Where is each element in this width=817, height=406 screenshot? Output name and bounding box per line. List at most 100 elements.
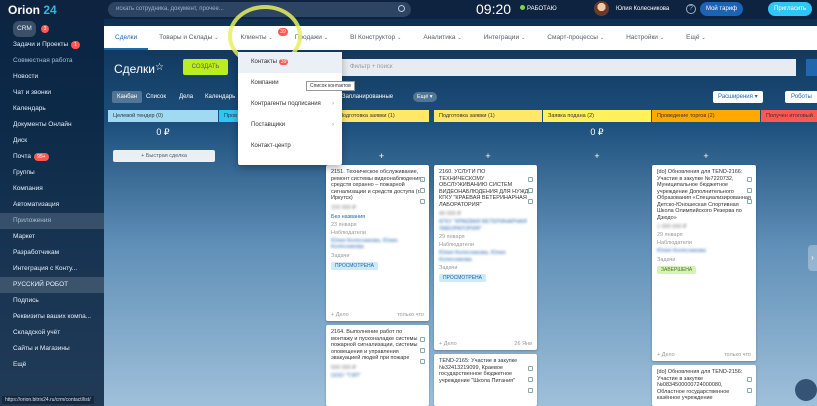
deal-title[interactable]: 2151. Техническое обслуживание, ремонт с… xyxy=(331,169,424,202)
deal-card[interactable]: 2160. УСЛУГИ ПО ТЕХНИЧЕСКОМУ ОБСЛУЖИВАНИ… xyxy=(434,165,537,350)
deal-card[interactable]: 2151. Техническое обслуживание, ремонт с… xyxy=(326,165,429,321)
sidebar-item-automation[interactable]: Автоматизация xyxy=(0,197,104,213)
sidebar-item-sites[interactable]: Сайты и Магазины xyxy=(0,341,104,357)
quick-deal-button[interactable]: + Быстрая сделка xyxy=(113,150,215,162)
column-header[interactable]: Подготовка заявки (1) xyxy=(334,110,429,122)
deal-title[interactable]: [do] Обновления для TEND-2166: Участие в… xyxy=(657,169,751,221)
sidebar-item-mail[interactable]: Почта 99+ xyxy=(0,149,104,165)
my-tariff-button[interactable]: Мой тариф xyxy=(700,2,744,16)
mail-icon[interactable] xyxy=(747,388,752,393)
column-header[interactable]: Пров xyxy=(219,110,239,122)
more-filter[interactable]: Ещё ▾ xyxy=(413,92,437,102)
chat-icon[interactable] xyxy=(420,199,425,204)
menu-item-counterparties[interactable]: Контрагенты подписания › xyxy=(238,94,342,115)
chevron-right-icon[interactable]: › xyxy=(808,245,817,271)
sidebar-item-requisites[interactable]: Реквизиты ваших компа... xyxy=(0,309,104,325)
tab-deals[interactable]: Сделки xyxy=(104,26,149,50)
add-activity-link[interactable]: + Дело xyxy=(331,312,349,318)
chat-icon[interactable] xyxy=(528,388,533,393)
sidebar-item-groups[interactable]: Группы xyxy=(0,165,104,181)
deal-company[interactable]: ООО "ТЭП" xyxy=(331,373,424,380)
column-header[interactable]: Получен итоговый xyxy=(761,110,817,122)
extensions-button[interactable]: Расширения ▾ xyxy=(713,91,763,103)
column-header[interactable]: Подготовка заявки (1) xyxy=(434,110,542,122)
add-deal-plus[interactable]: + xyxy=(334,151,429,161)
menu-item-contacts[interactable]: Контакты 39 xyxy=(238,52,342,73)
avatar[interactable] xyxy=(594,1,609,16)
sidebar-item-developers[interactable]: Разработчикам xyxy=(0,245,104,261)
clock[interactable]: 09:20 xyxy=(476,1,511,17)
chat-icon[interactable] xyxy=(420,359,425,364)
sidebar-item-company[interactable]: Компания xyxy=(0,181,104,197)
chat-icon[interactable] xyxy=(795,379,817,401)
robots-button[interactable]: Роботы xyxy=(785,91,817,103)
sidebar-group-collab[interactable]: Совместная работа xyxy=(0,53,104,69)
sidebar-item-tasks[interactable]: Задачи и Проекты 1 xyxy=(0,37,104,53)
tab-list[interactable]: Список xyxy=(141,91,171,103)
sidebar-item-warehouse[interactable]: Складской учёт xyxy=(0,325,104,341)
tab-settings[interactable]: Настройки ⌄ xyxy=(615,26,675,50)
sidebar-item-signature[interactable]: Подпись xyxy=(0,293,104,309)
mail-icon[interactable] xyxy=(420,188,425,193)
sidebar-item-chat[interactable]: Чат и звонки xyxy=(0,85,104,101)
help-icon[interactable]: ? xyxy=(686,4,696,14)
sidebar-item-docs[interactable]: Документы Онлайн xyxy=(0,117,104,133)
phone-icon[interactable] xyxy=(747,377,752,382)
phone-icon[interactable] xyxy=(747,177,752,182)
sidebar-item-crm[interactable]: CRM 3 xyxy=(0,21,104,37)
add-activity-link[interactable]: + Дело xyxy=(439,341,457,347)
menu-item-contact-center[interactable]: Контакт-центр xyxy=(238,136,342,157)
invite-button[interactable]: Пригласить xyxy=(768,2,813,16)
planned-filter[interactable]: Запланированные xyxy=(342,91,393,103)
chat-icon[interactable] xyxy=(528,199,533,204)
observers[interactable]: Юлия Колесникова xyxy=(657,248,751,255)
tab-activities[interactable]: Дела xyxy=(174,91,198,103)
add-activity-link[interactable]: + Дело xyxy=(657,352,675,358)
tab-products[interactable]: Товары и Склады ⌄ xyxy=(148,26,229,50)
logo[interactable]: Orion 24 xyxy=(0,3,104,17)
observers[interactable]: Юлия Колесникова, Юлия Колесникова xyxy=(439,250,532,263)
deal-card[interactable]: [do] Обновления для TEND-2156: Участие в… xyxy=(652,365,756,406)
add-deal-plus[interactable]: + xyxy=(543,151,651,161)
tab-analytics[interactable]: Аналитика ⌄ xyxy=(412,26,472,50)
sidebar-item-calendar[interactable]: Календарь xyxy=(0,101,104,117)
mail-icon[interactable] xyxy=(420,348,425,353)
filter-search-input[interactable]: Фильтр + поиск xyxy=(342,59,796,76)
star-icon[interactable]: ☆ xyxy=(155,62,164,73)
sidebar-item-market[interactable]: Маркет xyxy=(0,229,104,245)
column-header[interactable]: Проведение торгов (2) xyxy=(652,110,760,122)
sidebar-item-kontur[interactable]: Интеграция с Конту... xyxy=(0,261,104,277)
deal-card[interactable]: [do] Обновления для TEND-2166: Участие в… xyxy=(652,165,756,361)
column-header[interactable]: Целевой тендер (0) xyxy=(108,110,218,122)
menu-item-suppliers[interactable]: Поставщики › xyxy=(238,115,342,136)
sidebar-item-robot[interactable]: РУССКИЙ РОБОТ xyxy=(0,277,104,293)
tab-integrations[interactable]: Интеграции ⌄ xyxy=(473,26,537,50)
mail-icon[interactable] xyxy=(528,188,533,193)
deal-title[interactable]: [do] Обновления для TEND-2156: Участие в… xyxy=(657,369,751,402)
gear-icon[interactable] xyxy=(806,59,817,76)
tab-kanban[interactable]: Канбан xyxy=(112,91,143,103)
sidebar-item-more[interactable]: Ещё xyxy=(0,357,104,373)
column-header[interactable]: Заявка подана (2) xyxy=(543,110,651,122)
user-name[interactable]: Юлия Колесникова xyxy=(616,6,669,12)
tab-calendar[interactable]: Календарь xyxy=(200,91,240,103)
add-deal-plus[interactable]: + xyxy=(652,151,760,161)
deal-company[interactable]: КГКУ "КРАЕВАЯ ВЕТЕРИНАРНАЯ ЛАБОРАТОРИЯ" xyxy=(439,219,532,232)
tab-bi[interactable]: BI Конструктор ⌄ xyxy=(339,26,412,50)
mail-icon[interactable] xyxy=(528,377,533,382)
sidebar-group-apps[interactable]: Приложения xyxy=(0,213,104,229)
chat-icon[interactable] xyxy=(747,199,752,204)
deal-title[interactable]: TEND-2165: Участие в закупке №3241321909… xyxy=(439,358,532,384)
create-button[interactable]: СОЗДАТЬ xyxy=(183,59,228,75)
tab-smart[interactable]: Смарт-процессы ⌄ xyxy=(536,26,615,50)
phone-icon[interactable] xyxy=(420,177,425,182)
deal-company[interactable]: Без названия xyxy=(331,214,424,220)
deal-card[interactable]: 2164. Выполнение работ по монтажу и пуск… xyxy=(326,325,429,406)
deal-title[interactable]: 2160. УСЛУГИ ПО ТЕХНИЧЕСКОМУ ОБСЛУЖИВАНИ… xyxy=(439,169,532,208)
sidebar-item-disk[interactable]: Диск xyxy=(0,133,104,149)
work-status[interactable]: РАБОТАЮ xyxy=(520,5,557,12)
mail-icon[interactable] xyxy=(747,188,752,193)
observers[interactable]: Юлия Колесникова, Юлия Колесникова xyxy=(331,238,424,251)
phone-icon[interactable] xyxy=(528,366,533,371)
deal-title[interactable]: 2164. Выполнение работ по монтажу и пуск… xyxy=(331,329,424,362)
